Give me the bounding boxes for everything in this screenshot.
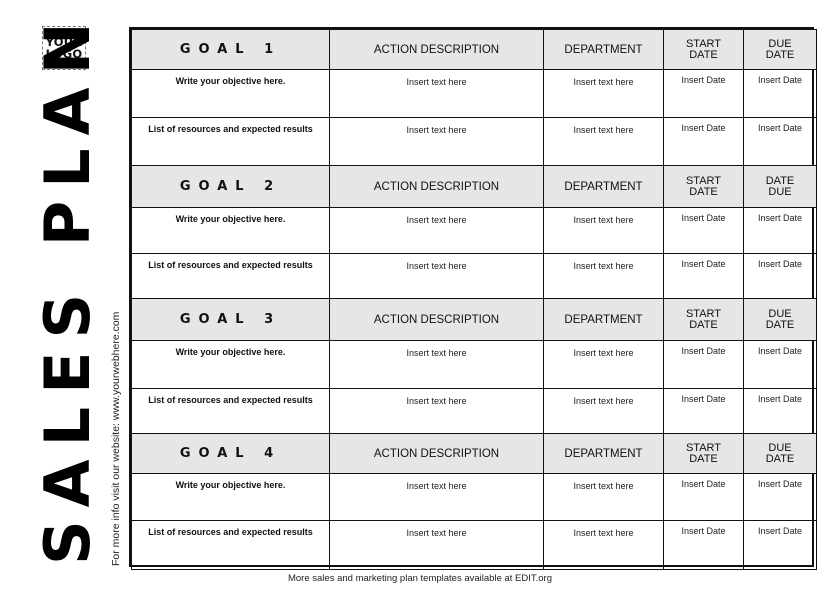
department-cell[interactable]: Insert text here — [543, 388, 664, 434]
goal-header-row: GOAL 4 ACTION DESCRIPTION DEPARTMENT START D… — [131, 433, 817, 474]
header-line: DATE — [689, 48, 718, 61]
column-header-due: DUE DATE — [743, 298, 817, 341]
due-date-cell[interactable]: Insert Date — [743, 520, 817, 570]
start-date-cell[interactable]: Insert Date — [663, 253, 744, 299]
table-row: List of resources and expected results In… — [131, 117, 817, 166]
header-line: DUE — [768, 37, 792, 50]
header-line: DUE — [768, 441, 792, 454]
page-title: SALES PLAN — [31, 9, 104, 565]
due-date-cell[interactable]: Insert Date — [743, 207, 817, 254]
column-header-department: DEPARTMENT — [543, 433, 664, 474]
action-cell[interactable]: Insert text here — [329, 340, 544, 389]
department-cell[interactable]: Insert text here — [543, 340, 664, 389]
department-cell[interactable]: Insert text here — [543, 207, 664, 254]
row-label[interactable]: Write your objective here. — [131, 69, 330, 118]
column-header-department: DEPARTMENT — [543, 165, 664, 208]
column-header-department: DEPARTMENT — [543, 29, 664, 70]
action-cell[interactable]: Insert text here — [329, 253, 544, 299]
goal-header-row: GOAL 2 ACTION DESCRIPTION DEPARTMENT START D… — [131, 165, 817, 208]
start-date-cell[interactable]: Insert Date — [663, 388, 744, 434]
due-date-cell[interactable]: Insert Date — [743, 117, 817, 166]
row-label[interactable]: List of resources and expected results — [131, 117, 330, 166]
row-label[interactable]: Write your objective here. — [131, 473, 330, 521]
table-row: Write your objective here. Insert text he… — [131, 473, 817, 521]
header-line: DUE — [768, 185, 792, 198]
start-date-cell[interactable]: Insert Date — [663, 117, 744, 166]
header-line: DATE — [765, 452, 795, 465]
header-line: START — [685, 174, 722, 187]
footer-note: More sales and marketing plan templates … — [0, 573, 840, 584]
row-label[interactable]: List of resources and expected results — [131, 253, 330, 299]
column-header-action: ACTION DESCRIPTION — [329, 433, 544, 474]
start-date-cell[interactable]: Insert Date — [663, 207, 744, 254]
action-cell[interactable]: Insert text here — [329, 388, 544, 434]
column-header-due: DUE DATE — [743, 29, 817, 70]
start-date-cell[interactable]: Insert Date — [663, 69, 744, 118]
header-line: DUE — [768, 307, 792, 320]
due-date-cell[interactable]: Insert Date — [743, 388, 817, 434]
header-line: START — [685, 441, 722, 454]
action-cell[interactable]: Insert text here — [329, 520, 544, 570]
website-note: For more info visit our website: www.you… — [110, 311, 122, 566]
due-date-cell[interactable]: Insert Date — [743, 340, 817, 389]
action-cell[interactable]: Insert text here — [329, 473, 544, 521]
goal-title: GOAL 4 — [131, 433, 330, 474]
header-line: DATE — [765, 318, 795, 331]
row-label[interactable]: List of resources and expected results — [131, 520, 330, 570]
table-row: Write your objective here. Insert text he… — [131, 69, 817, 118]
action-cell[interactable]: Insert text here — [329, 117, 544, 166]
due-date-cell[interactable]: Insert Date — [743, 473, 817, 521]
header-line: START — [685, 37, 722, 50]
start-date-cell[interactable]: Insert Date — [663, 473, 744, 521]
start-date-cell[interactable]: Insert Date — [663, 520, 744, 570]
goal-header-row: GOAL 1 ACTION DESCRIPTION DEPARTMENT START D… — [131, 29, 817, 70]
due-date-cell[interactable]: Insert Date — [743, 69, 817, 118]
header-line: DATE — [689, 318, 718, 331]
goal-title: GOAL 3 — [131, 298, 330, 341]
department-cell[interactable]: Insert text here — [543, 473, 664, 521]
start-date-cell[interactable]: Insert Date — [663, 340, 744, 389]
column-header-due: DUE DATE — [743, 433, 817, 474]
column-header-start: START DATE — [663, 433, 744, 474]
column-header-action: ACTION DESCRIPTION — [329, 165, 544, 208]
column-header-start: START DATE — [663, 29, 744, 70]
department-cell[interactable]: Insert text here — [543, 253, 664, 299]
action-cell[interactable]: Insert text here — [329, 207, 544, 254]
action-cell[interactable]: Insert text here — [329, 69, 544, 118]
department-cell[interactable]: Insert text here — [543, 69, 664, 118]
table-row: List of resources and expected results In… — [131, 388, 817, 434]
row-label[interactable]: Write your objective here. — [131, 207, 330, 254]
due-date-cell[interactable]: Insert Date — [743, 253, 817, 299]
column-header-action: ACTION DESCRIPTION — [329, 298, 544, 341]
table-row: List of resources and expected results In… — [131, 520, 817, 570]
column-header-department: DEPARTMENT — [543, 298, 664, 341]
row-label[interactable]: Write your objective here. — [131, 340, 330, 389]
footer-text: More sales and marketing plan templates … — [287, 573, 553, 584]
goal-title: GOAL 2 — [131, 165, 330, 208]
column-header-due: DATE DUE — [743, 165, 817, 208]
column-header-action: ACTION DESCRIPTION — [329, 29, 544, 70]
department-cell[interactable]: Insert text here — [543, 520, 664, 570]
goal-header-row: GOAL 3 ACTION DESCRIPTION DEPARTMENT START D… — [131, 298, 817, 341]
goal-title: GOAL 1 — [131, 29, 330, 70]
header-line: START — [685, 307, 722, 320]
table-row: List of resources and expected results In… — [131, 253, 817, 299]
table-row: Write your objective here. Insert text he… — [131, 207, 817, 254]
header-line: DATE — [689, 185, 718, 198]
column-header-start: START DATE — [663, 298, 744, 341]
header-line: DATE — [689, 452, 718, 465]
header-line: DATE — [765, 174, 795, 187]
column-header-start: START DATE — [663, 165, 744, 208]
department-cell[interactable]: Insert text here — [543, 117, 664, 166]
row-label[interactable]: List of resources and expected results — [131, 388, 330, 434]
header-line: DATE — [765, 48, 795, 61]
table-row: Write your objective here. Insert text he… — [131, 340, 817, 389]
sales-plan-table: GOAL 1 ACTION DESCRIPTION DEPARTMENT START D… — [129, 27, 817, 570]
